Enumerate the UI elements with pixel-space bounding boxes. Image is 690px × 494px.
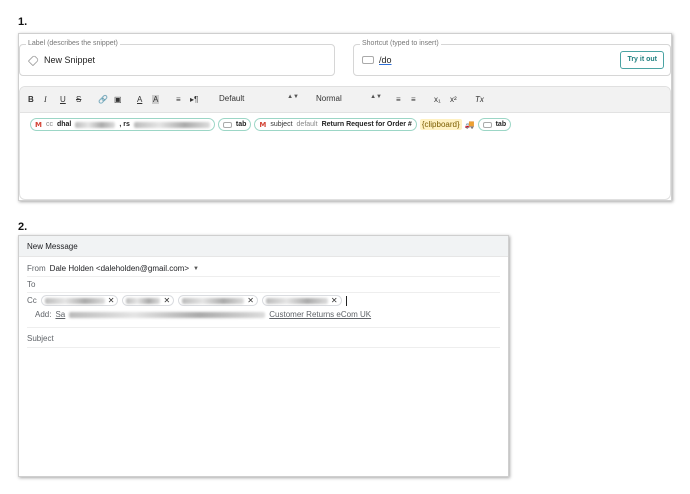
italic-button[interactable]: I — [44, 95, 47, 104]
image-icon[interactable]: ▣ — [114, 95, 122, 104]
remove-recipient-icon[interactable]: ✕ — [331, 296, 338, 305]
gmail-compose-window: New Message From Dale Holden <daleholden… — [18, 235, 509, 477]
shortcut-field[interactable]: Shortcut (typed to insert) /do Try it ou… — [353, 40, 671, 76]
align-icon[interactable]: ≡ — [176, 95, 181, 104]
redacted-email — [126, 297, 161, 304]
cc-chip[interactable]: M cc dhal , rs — [30, 118, 215, 131]
cc-chip-value-start: dhal — [56, 121, 72, 128]
compose-header: New Message — [19, 236, 508, 257]
bold-button[interactable]: B — [28, 95, 34, 104]
to-label: To — [27, 280, 36, 289]
snippet-rich-editor[interactable]: B I U S 🔗 ▣ A A ≡ ▸¶ Default ▲▼ Normal ▲… — [19, 86, 671, 200]
size-select-value: Normal — [316, 94, 342, 103]
from-label: From — [27, 264, 46, 273]
cc-chip-label: cc — [45, 121, 53, 128]
cc-row[interactable]: Cc ✕ ✕ ✕ ✕ — [27, 295, 347, 306]
clipboard-placeholder[interactable]: {clipboard} — [419, 119, 462, 130]
add-label: Add: — [35, 310, 52, 319]
divider — [27, 347, 500, 348]
label-field[interactable]: Label (describes the snippet) New Snippe… — [19, 40, 335, 76]
truck-emoji-icon: 🚚 — [464, 120, 475, 129]
remove-recipient-icon[interactable]: ✕ — [163, 296, 170, 305]
to-row[interactable]: To — [27, 280, 35, 289]
divider — [27, 292, 500, 293]
text-color-icon[interactable]: A — [137, 95, 142, 104]
clear-format-button[interactable]: Tx — [475, 95, 484, 104]
cc-chip-value-mid: , rs — [119, 121, 130, 128]
subject-row[interactable]: Subject — [27, 334, 54, 343]
cc-recipient-chip[interactable]: ✕ — [178, 295, 258, 306]
remove-recipient-icon[interactable]: ✕ — [108, 296, 115, 305]
redacted-email — [75, 121, 116, 128]
size-select-chevron-icon: ▲▼ — [370, 94, 382, 100]
subscript-button[interactable]: x₁ — [434, 95, 441, 104]
keyboard-icon — [362, 56, 374, 64]
label-caption: Label (describes the snippet) — [26, 40, 120, 47]
cc-recipient-chip[interactable]: ✕ — [40, 295, 119, 306]
shortcut-caption: Shortcut (typed to insert) — [360, 40, 441, 47]
formatting-toolbar: B I U S 🔗 ▣ A A ≡ ▸¶ Default ▲▼ Normal ▲… — [20, 87, 670, 113]
size-select[interactable]: Normal ▲▼ — [316, 94, 382, 103]
remove-recipient-icon[interactable]: ✕ — [247, 296, 254, 305]
cc-recipient-chip[interactable]: ✕ — [122, 295, 175, 306]
label-value[interactable]: New Snippet — [44, 55, 95, 65]
from-value[interactable]: Dale Holden <daleholden@gmail.com> — [50, 264, 189, 273]
text-direction-icon[interactable]: ▸¶ — [190, 95, 198, 104]
link-icon[interactable]: 🔗 — [98, 95, 108, 104]
redacted-email — [44, 297, 105, 304]
redacted-email — [265, 297, 328, 304]
bullet-list-icon[interactable]: ≡ — [411, 95, 416, 104]
tab-chip-label: tab — [495, 121, 507, 128]
from-row[interactable]: From Dale Holden <daleholden@gmail.com> … — [27, 264, 199, 273]
superscript-button[interactable]: x² — [450, 95, 457, 104]
subject-chip-default: default — [296, 121, 318, 128]
add-suggestion-link[interactable]: Customer Returns eCom UK — [269, 310, 371, 319]
cc-label: Cc — [27, 296, 37, 305]
background-color-icon[interactable]: A — [152, 95, 160, 104]
tab-chip-label: tab — [235, 121, 247, 128]
keyboard-icon — [222, 121, 232, 128]
shortcut-value[interactable]: /do — [379, 55, 392, 65]
gmail-icon: M — [35, 120, 42, 129]
try-it-out-button[interactable]: Try it out — [620, 51, 664, 69]
add-suggestion-row: Add: Sa Customer Returns eCom UK — [35, 310, 371, 319]
strikethrough-button[interactable]: S — [76, 95, 81, 104]
subject-placeholder[interactable]: Subject — [27, 334, 54, 343]
step-number-1: 1. — [18, 16, 28, 28]
underline-button[interactable]: U — [60, 95, 66, 104]
subject-chip-value: Return Request for Order # — [321, 121, 412, 128]
add-suggestion-prefix[interactable]: Sa — [55, 310, 65, 319]
divider — [27, 327, 500, 328]
redacted-suggestions — [69, 311, 266, 318]
divider — [27, 276, 500, 277]
font-select[interactable]: Default ▲▼ — [219, 94, 299, 103]
keyboard-icon — [482, 121, 492, 128]
step-number-2: 2. — [18, 221, 28, 233]
text-cursor — [345, 295, 347, 306]
tab-chip[interactable]: tab — [477, 118, 512, 131]
editor-content[interactable]: M cc dhal , rs tab M subject default Ret… — [30, 118, 512, 131]
redacted-email — [133, 121, 210, 128]
cc-recipient-chip[interactable]: ✕ — [261, 295, 342, 306]
ordered-list-icon[interactable]: ≡ — [396, 95, 401, 104]
message-body[interactable] — [27, 351, 500, 468]
subject-chip-label: subject — [270, 121, 293, 128]
redacted-email — [182, 297, 245, 304]
font-select-value: Default — [219, 94, 245, 103]
font-select-chevron-icon: ▲▼ — [287, 94, 299, 100]
tab-chip[interactable]: tab — [217, 118, 252, 131]
subject-chip[interactable]: M subject default Return Request for Ord… — [254, 118, 417, 131]
snippet-editor-panel: Label (describes the snippet) New Snippe… — [18, 33, 672, 201]
tag-icon — [27, 54, 40, 66]
from-dropdown-icon[interactable]: ▼ — [193, 266, 199, 272]
gmail-icon: M — [259, 120, 267, 129]
